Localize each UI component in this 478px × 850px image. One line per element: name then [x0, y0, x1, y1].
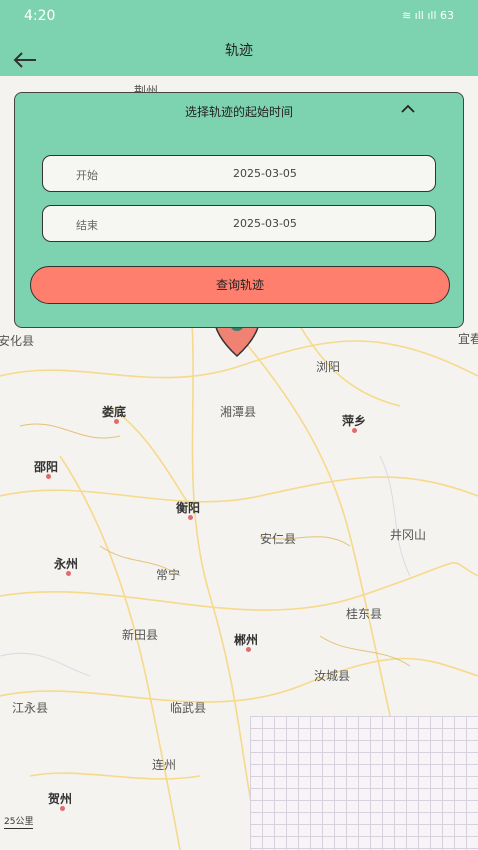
- map-label: 衡阳: [176, 501, 201, 515]
- city-dot: [46, 474, 51, 479]
- title-bar: 轨迹: [0, 32, 478, 76]
- city-dot: [60, 806, 65, 811]
- map-label: 郴州: [234, 633, 259, 647]
- end-label: 结束: [76, 219, 98, 232]
- map-label: 浏阳: [316, 360, 341, 374]
- map-label: 邵阳: [34, 460, 59, 474]
- map-label: 连州: [152, 758, 177, 772]
- city-dot: [114, 419, 119, 424]
- status-time: 4:20: [24, 8, 56, 24]
- chevron-up-icon[interactable]: [401, 103, 415, 113]
- query-track-button[interactable]: 查询轨迹: [30, 266, 450, 304]
- map-label: 宜春: [458, 332, 478, 346]
- panel-title: 选择轨迹的起始时间: [184, 105, 293, 119]
- start-date-field[interactable]: 开始 2025-03-05: [42, 155, 436, 192]
- map-label: 井冈山: [390, 528, 427, 542]
- start-label: 开始: [76, 169, 98, 182]
- city-dot: [66, 571, 71, 576]
- map-label: 桂东县: [346, 607, 383, 621]
- end-date-value: 2025-03-05: [233, 217, 297, 230]
- city-dot: [246, 647, 251, 652]
- map-scale: 25公里: [4, 814, 34, 829]
- status-indicators: ≋ ıll ıll 63: [401, 9, 454, 22]
- map-label: 萍乡: [342, 414, 367, 428]
- map-label: 安化县: [0, 334, 35, 348]
- city-dot: [188, 515, 193, 520]
- status-bar: 4:20 ≋ ıll ıll 63: [0, 0, 478, 32]
- unloaded-map-tiles: [250, 716, 478, 850]
- time-filter-panel: 选择轨迹的起始时间 开始 2025-03-05 结束 2025-03-05 查询…: [14, 92, 464, 328]
- map-label: 永州: [54, 557, 79, 571]
- map-label: 湘潭县: [220, 405, 257, 419]
- start-date-value: 2025-03-05: [233, 167, 297, 180]
- city-dot: [352, 428, 357, 433]
- map-label: 江永县: [12, 701, 49, 715]
- page-title: 轨迹: [225, 43, 253, 59]
- map-label: 临武县: [170, 701, 207, 715]
- map-label: 汝城县: [314, 669, 351, 683]
- map-label: 新田县: [122, 628, 159, 642]
- map-label: 安仁县: [260, 532, 297, 546]
- end-date-field[interactable]: 结束 2025-03-05: [42, 205, 436, 242]
- map-label: 娄底: [102, 405, 127, 419]
- map-label: 常宁: [156, 568, 181, 582]
- map-label: 贺州: [48, 792, 73, 806]
